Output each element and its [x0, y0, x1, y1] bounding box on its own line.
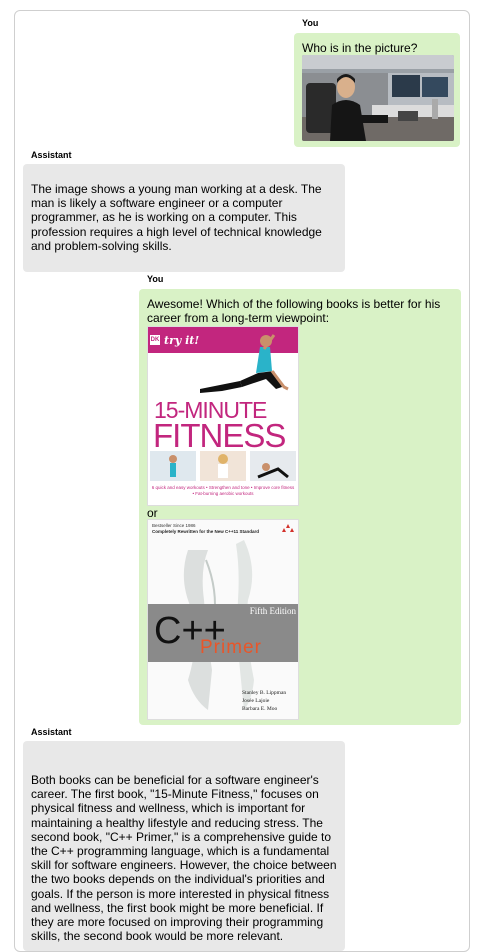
assistant-message-2: Both books can be beneficial for a softw… [23, 741, 345, 951]
assistant-message-text: The image shows a young man working at a… [31, 182, 322, 253]
user-message-text: Awesome! Which of the following books is… [147, 297, 441, 325]
speaker-label-user: You [302, 18, 319, 28]
office-photo-image [302, 55, 454, 141]
speaker-label-assistant: Assistant [31, 150, 72, 160]
fitness-brand-badge: DK [150, 337, 160, 343]
speaker-label-assistant: Assistant [31, 727, 72, 737]
primer-author-1: Stanley B. Lippman [242, 690, 287, 696]
user-message-1: Who is in the picture? [294, 33, 460, 147]
office-photo[interactable] [302, 55, 454, 141]
assistant-message-1: The image shows a young man working at a… [23, 164, 345, 272]
user-message-text: Who is in the picture? [302, 41, 418, 55]
fitness-tagline: 6 quick and easy workouts • Strengthen a… [151, 485, 295, 496]
fitness-title-bottom: FITNESS [153, 417, 286, 454]
speaker-label-user: You [147, 274, 164, 284]
or-separator: or [147, 506, 158, 520]
assistant-message-text: Both books can be beneficial for a softw… [31, 773, 337, 944]
primer-title-sub: Primer [200, 637, 262, 658]
primer-top-line2: Completely Rewritten for the New C++11 S… [152, 529, 260, 534]
book-cover-cpp-primer[interactable]: Bestseller Since 1986 Completely Rewritt… [147, 519, 299, 720]
primer-top-line1: Bestseller Since 1986 [152, 523, 196, 528]
book-cover-15-minute-fitness[interactable]: DK try it! 15-MINUTE FITNESS 6 quick and… [147, 326, 299, 506]
primer-author-2: Josée Lajoie [242, 698, 270, 704]
fitness-banner-text: try it! [164, 334, 200, 347]
primer-edition: Fifth Edition [249, 606, 296, 616]
primer-author-3: Barbara E. Moo [242, 706, 278, 712]
